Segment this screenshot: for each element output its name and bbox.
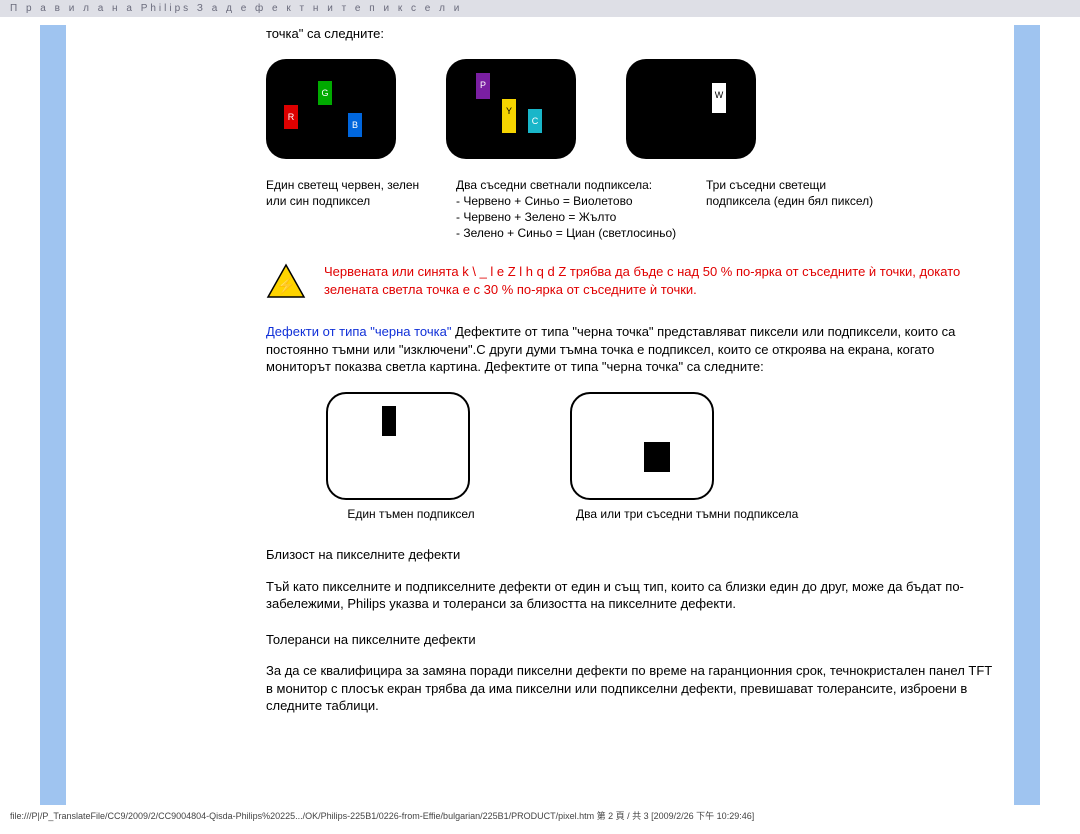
dark-subpixel	[382, 406, 396, 436]
heading-proximity: Близост на пикселните дефекти	[266, 546, 1000, 564]
black-dot-paragraph: Дефекти от типа "черна точка" Дефектите …	[266, 323, 1000, 376]
heading-tolerance: Толеранси на пикселните дефекти	[266, 631, 1000, 649]
tile-rgb: R G B	[266, 59, 396, 159]
caption-dark-multi: Два или три съседни тъмни подпиксела	[576, 506, 836, 522]
tile-dark-multi	[570, 392, 714, 500]
bright-dot-captions: Един светещ червен, зелен или син подпик…	[266, 177, 1000, 242]
page-container: точка" са следните: R G B P Y C W Един с…	[40, 25, 1040, 805]
warning-text: Червената или синята k \ _ l e Z l h q d…	[324, 263, 1000, 298]
intro-fragment: точка" са следните:	[266, 25, 1000, 43]
subpixel-blue: B	[348, 113, 362, 137]
document-body: точка" са следните: R G B P Y C W Един с…	[66, 25, 1014, 751]
tile-pyc: P Y C	[446, 59, 576, 159]
dark-dot-captions: Един тъмен подпиксел Два или три съседни…	[266, 506, 1000, 522]
bright-dot-illustrations: R G B P Y C W	[266, 59, 1000, 159]
paragraph-proximity: Тъй като пикселните и подпикселните дефе…	[266, 578, 1000, 613]
subpixel-green: G	[318, 81, 332, 105]
svg-text:⚡: ⚡	[276, 276, 296, 295]
footer-path: file:///P|/P_TranslateFile/CC9/2009/2/CC…	[0, 805, 1080, 826]
warning-icon: ⚡	[266, 263, 306, 299]
caption-dark-single: Един тъмен подпиксел	[326, 506, 496, 522]
subpixel-red: R	[284, 105, 298, 129]
tile-white: W	[626, 59, 756, 159]
subpixel-yellow: Y	[502, 99, 516, 133]
black-dot-heading: Дефекти от типа "черна точка"	[266, 324, 451, 339]
dark-dot-illustrations	[266, 392, 1000, 500]
caption-single-bright: Един светещ червен, зелен или син подпик…	[266, 177, 436, 242]
caption-three-bright: Три съседни светещи подпиксела (един бял…	[706, 177, 876, 242]
subpixel-white: W	[712, 83, 726, 113]
warning-row: ⚡ Червената или синята k \ _ l e Z l h q…	[266, 263, 1000, 299]
left-rail	[40, 25, 66, 805]
tile-dark-single	[326, 392, 470, 500]
page-header: П р а в и л а н а Philips З а д е ф е к …	[0, 0, 1080, 17]
right-rail	[1014, 25, 1040, 805]
subpixel-purple: P	[476, 73, 490, 99]
subpixel-cyan: C	[528, 109, 542, 133]
paragraph-tolerance: За да се квалифицира за замяна поради пи…	[266, 662, 1000, 715]
dark-subpixel-group	[644, 442, 670, 472]
caption-two-bright: Два съседни светнали подпиксела: - Черве…	[456, 177, 686, 242]
